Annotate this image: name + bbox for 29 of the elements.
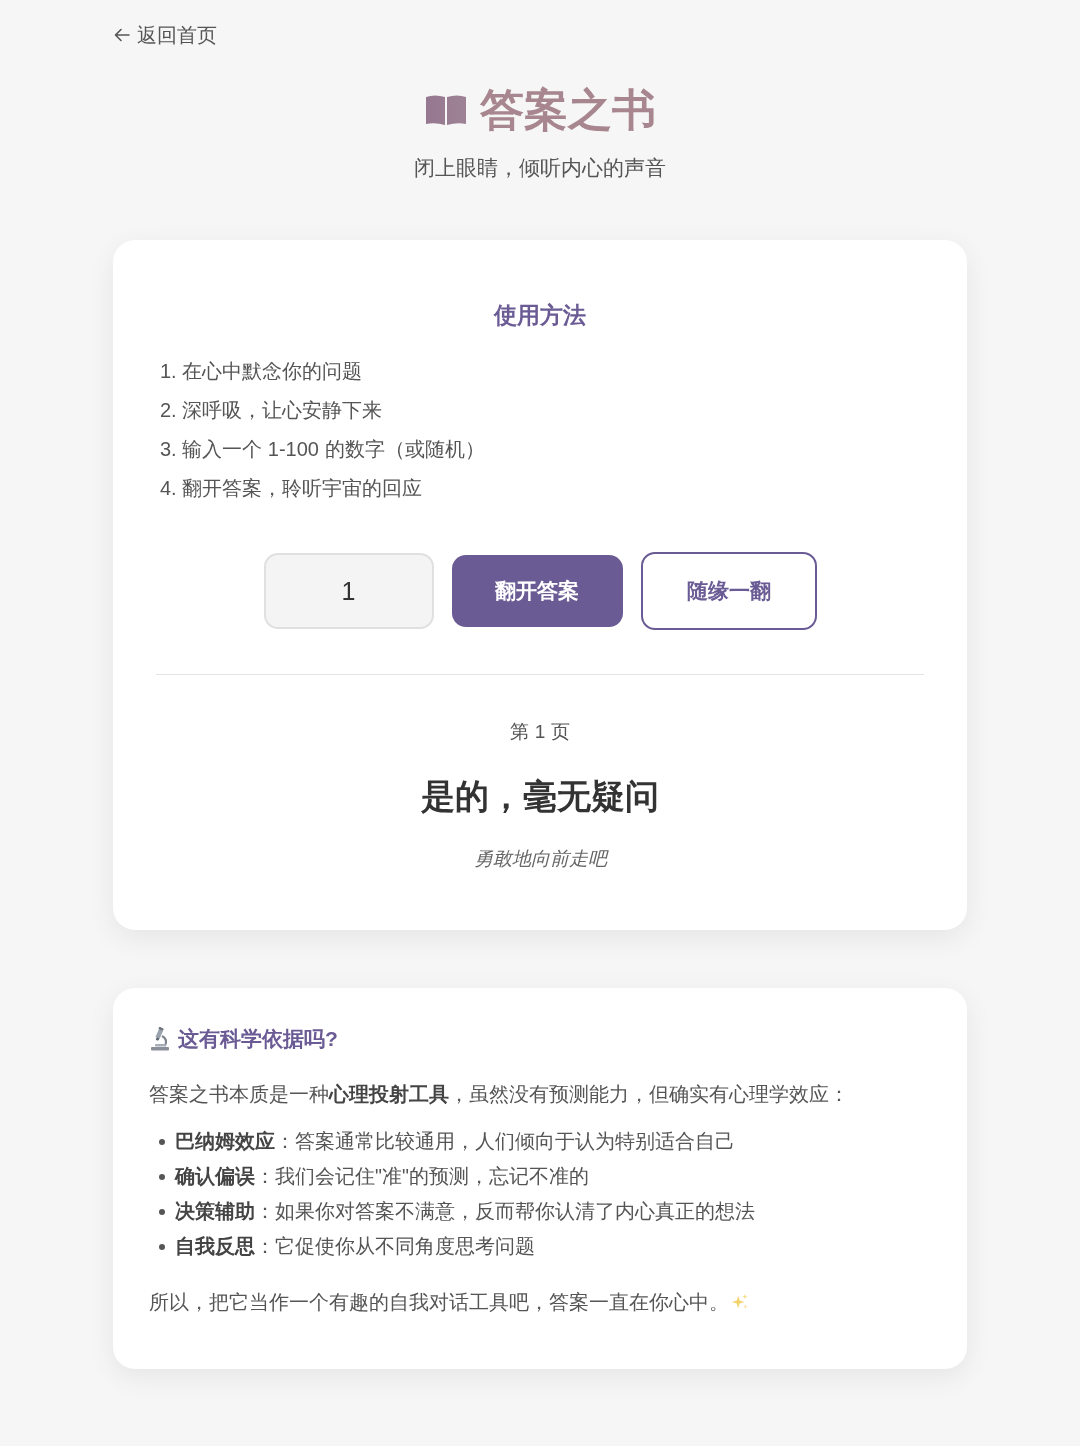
book-icon	[424, 94, 467, 126]
page-subtitle: 闭上眼睛，倾听内心的声音	[413, 155, 667, 181]
instruction-step: 4. 翻开答案，聆听宇宙的回应	[160, 469, 924, 508]
open-answer-button[interactable]: 翻开答案	[451, 555, 623, 627]
conclusion-text: 所以，把它当作一个有趣的自我对话工具吧，答案一直在你心中。	[149, 1290, 729, 1315]
bullet-icon	[159, 1138, 165, 1145]
random-flip-button[interactable]: 随缘一翻	[640, 552, 817, 630]
effect-item: 自我反思：它促使你从不同角度思考问题	[175, 1234, 535, 1259]
microscope-icon	[150, 1027, 170, 1051]
back-link[interactable]: 返回首页	[114, 23, 217, 47]
page-number: 第 1 页	[509, 720, 571, 744]
number-input[interactable]: 1	[263, 553, 434, 629]
instruction-step: 2. 深呼吸，让心安静下来	[160, 391, 924, 430]
effect-item: 巴纳姆效应：答案通常比较通用，人们倾向于认为特别适合自己	[175, 1129, 735, 1154]
bullet-icon	[159, 1243, 165, 1250]
answer-text: 是的，毫无疑问	[420, 776, 660, 817]
bullet-icon	[159, 1208, 165, 1215]
sparkles-icon	[731, 1293, 749, 1311]
instructions-title: 使用方法	[492, 301, 587, 330]
arrow-left-icon	[114, 28, 130, 42]
effect-item: 决策辅助：如果你对答案不满意，反而帮你认清了内心真正的想法	[175, 1199, 755, 1224]
page-title: 答案之书	[479, 84, 656, 136]
intro-paragraph: 答案之书本质是一种心理投射工具，虽然没有预测能力，但确实有心理学效应：	[149, 1082, 850, 1107]
effect-item: 确认偏误：我们会记住"准"的预测，忘记不准的	[175, 1164, 589, 1189]
answer-hint: 勇敢地向前走吧	[472, 847, 610, 871]
info-title: 这有科学依据吗?	[178, 1026, 338, 1052]
bullet-icon	[159, 1173, 165, 1180]
instruction-step: 1. 在心中默念你的问题	[160, 352, 924, 391]
instruction-step: 3. 输入一个 1-100 的数字（或随机）	[160, 430, 924, 469]
